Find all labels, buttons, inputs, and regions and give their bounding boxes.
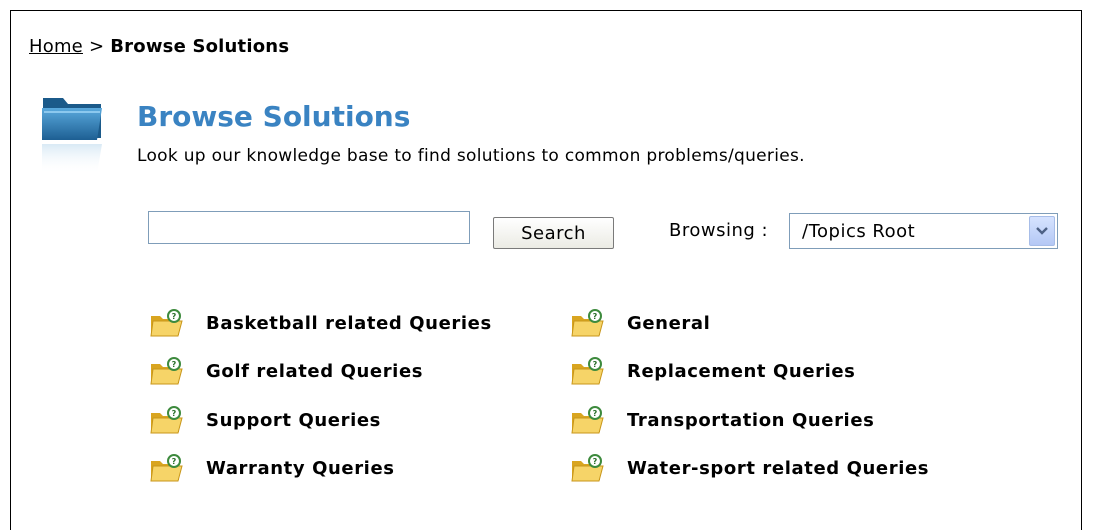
page-subtitle: Look up our knowledge base to find solut… bbox=[137, 146, 805, 166]
browsing-label: Browsing : bbox=[669, 220, 769, 241]
search-input[interactable] bbox=[148, 211, 470, 244]
topic-label: Golf related Queries bbox=[206, 360, 424, 382]
topic-item[interactable]: ? Golf related Queries bbox=[150, 353, 423, 389]
search-button[interactable]: Search bbox=[493, 217, 614, 249]
svg-text:?: ? bbox=[593, 360, 598, 369]
folder-icon: ? bbox=[150, 309, 183, 337]
topic-label: Replacement Queries bbox=[627, 360, 856, 382]
topic-label: Water-sport related Queries bbox=[627, 457, 930, 479]
topic-item[interactable]: ? Support Queries bbox=[150, 402, 381, 438]
topic-label: Basketball related Queries bbox=[206, 312, 492, 334]
topic-select[interactable]: /Topics Root bbox=[789, 213, 1058, 249]
topic-label: Support Queries bbox=[206, 409, 381, 431]
chevron-down-icon[interactable] bbox=[1029, 216, 1055, 246]
svg-text:?: ? bbox=[172, 457, 177, 466]
folder-icon: ? bbox=[571, 309, 604, 337]
topic-item[interactable]: ? Warranty Queries bbox=[150, 450, 395, 486]
topic-label: Warranty Queries bbox=[206, 457, 395, 479]
svg-text:?: ? bbox=[593, 312, 598, 321]
svg-text:?: ? bbox=[593, 409, 598, 418]
svg-text:?: ? bbox=[172, 409, 177, 418]
folder-icon: ? bbox=[150, 357, 183, 385]
topic-item[interactable]: ? Basketball related Queries bbox=[150, 305, 492, 341]
folder-icon: ? bbox=[150, 406, 183, 434]
breadcrumb: Home > Browse Solutions bbox=[29, 36, 289, 57]
topic-item[interactable]: ? Water-sport related Queries bbox=[571, 450, 929, 486]
folder-icon: ? bbox=[571, 357, 604, 385]
svg-text:?: ? bbox=[593, 457, 598, 466]
breadcrumb-current: Browse Solutions bbox=[110, 36, 290, 57]
topic-item[interactable]: ? Transportation Queries bbox=[571, 402, 874, 438]
topic-select-value: /Topics Root bbox=[802, 221, 916, 242]
topic-label: General bbox=[627, 312, 711, 334]
svg-text:?: ? bbox=[172, 360, 177, 369]
breadcrumb-home-link[interactable]: Home bbox=[29, 36, 83, 57]
page-title: Browse Solutions bbox=[137, 100, 411, 133]
breadcrumb-separator: > bbox=[88, 36, 105, 57]
folder-icon: ? bbox=[150, 454, 183, 482]
topic-item[interactable]: ? General bbox=[571, 305, 710, 341]
folder-icon bbox=[42, 98, 102, 174]
topic-label: Transportation Queries bbox=[627, 409, 875, 431]
svg-text:?: ? bbox=[172, 312, 177, 321]
folder-icon: ? bbox=[571, 406, 604, 434]
topic-item[interactable]: ? Replacement Queries bbox=[571, 353, 856, 389]
folder-icon: ? bbox=[571, 454, 604, 482]
